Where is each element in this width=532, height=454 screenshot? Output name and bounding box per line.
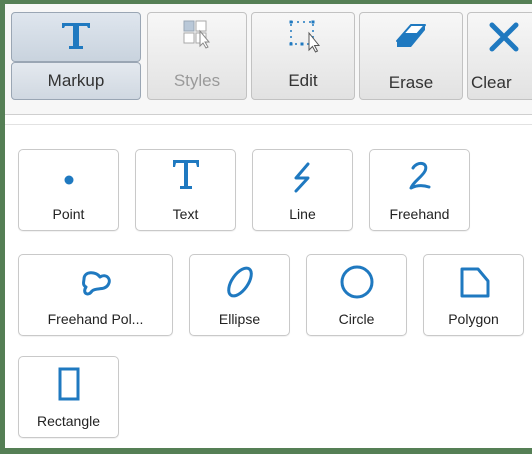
freehand-polygon-label: Freehand Pol...	[47, 311, 144, 327]
edit-selection-icon	[252, 19, 354, 53]
line-icon	[253, 160, 352, 194]
rectangle-icon	[19, 365, 118, 403]
clear-x-icon	[486, 21, 522, 53]
styles-label: Styles	[173, 71, 221, 90]
polygon-icon	[424, 263, 523, 301]
toolbar: Markup Styles Edit Erase Clear	[5, 4, 532, 115]
line-tool-button[interactable]: Line	[252, 149, 353, 231]
clear-button[interactable]: Clear	[467, 12, 532, 100]
line-label: Line	[289, 206, 316, 222]
ellipse-label: Ellipse	[218, 311, 261, 327]
toolbar-separator	[5, 124, 532, 125]
freehand-label: Freehand	[389, 206, 450, 222]
polygon-tool-button[interactable]: Polygon	[423, 254, 524, 336]
text-tool-icon	[12, 19, 140, 51]
ellipse-tool-button[interactable]: Ellipse	[189, 254, 290, 336]
point-tool-button[interactable]: Point	[18, 149, 119, 231]
markup-label: Markup	[47, 71, 105, 90]
erase-label: Erase	[388, 73, 434, 92]
rectangle-tool-button[interactable]: Rectangle	[18, 356, 119, 438]
edit-button[interactable]: Edit	[251, 12, 355, 100]
text-icon	[136, 156, 235, 192]
freehand-polygon-icon	[19, 267, 172, 299]
erase-button[interactable]: Erase	[359, 12, 463, 100]
markup-button[interactable]	[11, 12, 141, 62]
ellipse-icon	[190, 263, 289, 301]
polygon-label: Polygon	[448, 311, 499, 327]
circle-tool-button[interactable]: Circle	[306, 254, 407, 336]
edit-label: Edit	[288, 71, 318, 90]
clear-label: Clear	[471, 73, 512, 92]
rectangle-label: Rectangle	[36, 413, 101, 429]
freehand-icon	[370, 158, 469, 194]
markup-panel-frame: Markup Styles Edit Erase Clear Point Tex…	[0, 0, 532, 454]
circle-icon	[307, 263, 406, 301]
circle-label: Circle	[338, 311, 375, 327]
text-label: Text	[172, 206, 199, 222]
eraser-icon	[360, 21, 462, 51]
styles-button[interactable]: Styles	[147, 12, 247, 100]
freehand-tool-button[interactable]: Freehand	[369, 149, 470, 231]
text-tool-button[interactable]: Text	[135, 149, 236, 231]
markup-dropdown-button[interactable]: Markup	[11, 62, 141, 100]
point-icon	[19, 170, 118, 190]
point-label: Point	[52, 206, 85, 222]
freehand-polygon-tool-button[interactable]: Freehand Pol...	[18, 254, 173, 336]
styles-icon	[148, 19, 246, 49]
